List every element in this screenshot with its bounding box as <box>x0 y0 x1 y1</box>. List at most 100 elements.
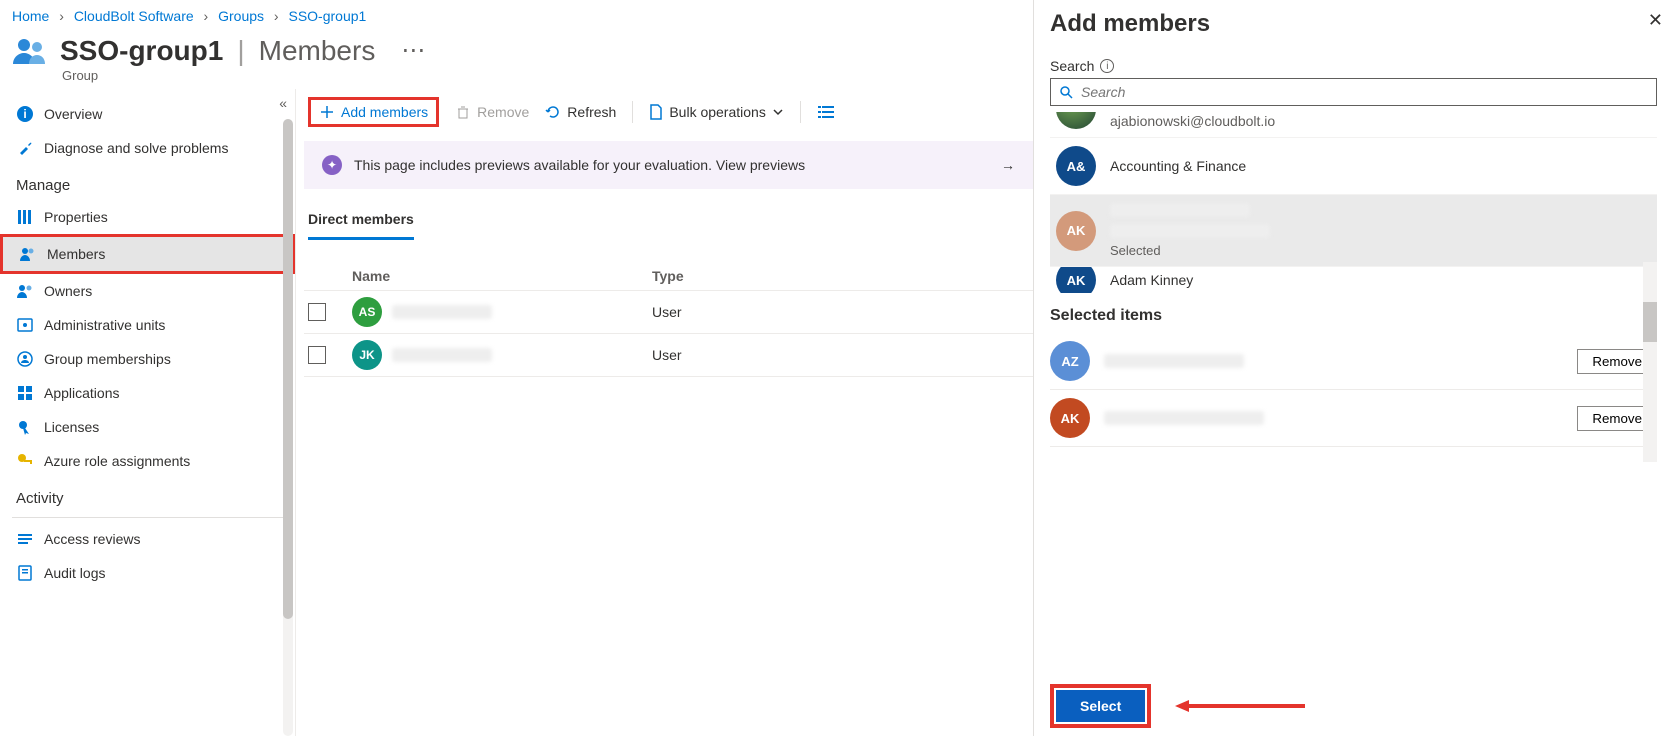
breadcrumb-org[interactable]: CloudBolt Software <box>74 8 194 24</box>
results-scrollbar[interactable] <box>1643 262 1657 462</box>
object-type-label: Group <box>0 68 1033 83</box>
sidebar: « i Overview Diagnose and solve problems… <box>0 89 295 736</box>
refresh-button[interactable]: Refresh <box>545 104 616 120</box>
sidebar-item-label: Members <box>47 246 105 262</box>
sidebar-section-activity: Activity <box>0 478 295 513</box>
result-item[interactable]: AK Adam Kinney <box>1050 267 1657 293</box>
member-name-redacted <box>392 305 492 319</box>
trash-icon <box>455 104 471 120</box>
avatar: JK <box>352 340 382 370</box>
avatar: AS <box>352 297 382 327</box>
panel-title: Add members <box>1050 10 1657 38</box>
member-type: User <box>652 347 1029 363</box>
add-members-button[interactable]: Add members <box>308 97 439 127</box>
sidebar-item-label: Diagnose and solve problems <box>44 140 228 156</box>
bulk-operations-button[interactable]: Bulk operations <box>649 104 784 120</box>
licenses-icon <box>16 418 34 436</box>
breadcrumb-home[interactable]: Home <box>12 8 49 24</box>
sidebar-item-azure-roles[interactable]: Azure role assignments <box>0 444 295 478</box>
toolbar: Add members Remove Refresh Bulk operatio… <box>304 89 1033 135</box>
access-reviews-icon <box>16 530 34 548</box>
sidebar-item-group-memberships[interactable]: Group memberships <box>0 342 295 376</box>
columns-button[interactable] <box>817 104 835 120</box>
info-icon: i <box>16 105 34 123</box>
member-name-redacted <box>392 348 492 362</box>
sidebar-item-applications[interactable]: Applications <box>0 376 295 410</box>
file-icon <box>649 104 663 120</box>
page-title: SSO-group1 <box>60 35 223 67</box>
col-header-name[interactable]: Name <box>352 268 652 284</box>
sidebar-item-label: Overview <box>44 106 102 122</box>
sidebar-item-label: Properties <box>44 209 108 225</box>
page-subtitle: Members <box>259 35 376 67</box>
avatar: AZ <box>1050 341 1090 381</box>
arrow-right-icon: → <box>1001 157 1015 173</box>
tabset: Direct members <box>304 205 1033 240</box>
member-type: User <box>652 304 1029 320</box>
selected-name-redacted <box>1104 354 1244 368</box>
sidebar-item-label: Group memberships <box>44 351 171 367</box>
row-checkbox[interactable] <box>308 346 326 364</box>
avatar: AK <box>1056 211 1096 251</box>
selected-name-redacted <box>1104 411 1264 425</box>
sidebar-item-overview[interactable]: i Overview <box>0 97 295 131</box>
plus-icon <box>319 104 335 120</box>
result-label: Accounting & Finance <box>1110 158 1246 174</box>
owners-icon <box>16 282 34 300</box>
result-name-redacted <box>1110 203 1250 217</box>
table-row[interactable]: AS User <box>304 291 1033 334</box>
sidebar-item-label: Azure role assignments <box>44 453 190 469</box>
sidebar-item-properties[interactable]: Properties <box>0 200 295 234</box>
result-selected-caption: Selected <box>1110 243 1270 258</box>
collapse-sidebar-button[interactable]: « <box>279 95 287 111</box>
svg-text:i: i <box>23 107 26 121</box>
selected-items-header: Selected items <box>1050 307 1657 325</box>
search-input[interactable] <box>1079 83 1648 101</box>
sidebar-item-admin-units[interactable]: Administrative units <box>0 308 295 342</box>
info-icon[interactable]: i <box>1100 59 1114 73</box>
sidebar-item-diagnose[interactable]: Diagnose and solve problems <box>0 131 295 165</box>
preview-banner[interactable]: ✦ This page includes previews available … <box>304 141 1033 189</box>
result-item-selected[interactable]: AK Selected <box>1050 195 1657 267</box>
applications-icon <box>16 384 34 402</box>
close-panel-button[interactable]: ✕ <box>1648 10 1663 31</box>
annotation-arrow <box>1175 696 1305 716</box>
avatar: AK <box>1050 398 1090 438</box>
admin-units-icon <box>16 316 34 334</box>
sidebar-item-licenses[interactable]: Licenses <box>0 410 295 444</box>
sidebar-item-audit-logs[interactable]: Audit logs <box>0 556 295 590</box>
sidebar-item-access-reviews[interactable]: Access reviews <box>0 522 295 556</box>
preview-icon: ✦ <box>322 155 342 175</box>
select-button[interactable]: Select <box>1056 690 1145 722</box>
col-header-type[interactable]: Type <box>652 268 1029 284</box>
result-email: ajabionowski@cloudbolt.io <box>1110 113 1275 129</box>
members-table: Name Type AS User JK <box>304 262 1033 377</box>
more-button[interactable]: ⋯ <box>401 39 425 63</box>
audit-logs-icon <box>16 564 34 582</box>
search-label: Search <box>1050 58 1094 74</box>
chevron-down-icon <box>772 106 784 118</box>
result-item[interactable]: ajabionowski@cloudbolt.io <box>1050 112 1657 138</box>
sidebar-item-label: Owners <box>44 283 92 299</box>
sidebar-item-owners[interactable]: Owners <box>0 274 295 308</box>
search-icon <box>1059 85 1073 99</box>
selected-item: AZ Remove <box>1050 333 1657 390</box>
sidebar-item-label: Access reviews <box>44 531 140 547</box>
main-pane: Add members Remove Refresh Bulk operatio… <box>295 89 1033 736</box>
breadcrumb-current[interactable]: SSO-group1 <box>288 8 366 24</box>
key-icon <box>16 452 34 470</box>
result-item[interactable]: A& Accounting & Finance <box>1050 138 1657 195</box>
members-icon <box>19 245 37 263</box>
sidebar-item-label: Applications <box>44 385 120 401</box>
sidebar-scrollbar[interactable] <box>283 119 293 736</box>
breadcrumb-groups[interactable]: Groups <box>218 8 264 24</box>
sidebar-item-members[interactable]: Members <box>0 234 295 274</box>
search-box[interactable] <box>1050 78 1657 106</box>
tab-direct-members[interactable]: Direct members <box>308 205 414 240</box>
table-row[interactable]: JK User <box>304 334 1033 377</box>
avatar: AK <box>1056 267 1096 293</box>
selected-item: AK Remove <box>1050 390 1657 447</box>
columns-icon <box>817 104 835 120</box>
group-icon <box>12 32 50 70</box>
row-checkbox[interactable] <box>308 303 326 321</box>
